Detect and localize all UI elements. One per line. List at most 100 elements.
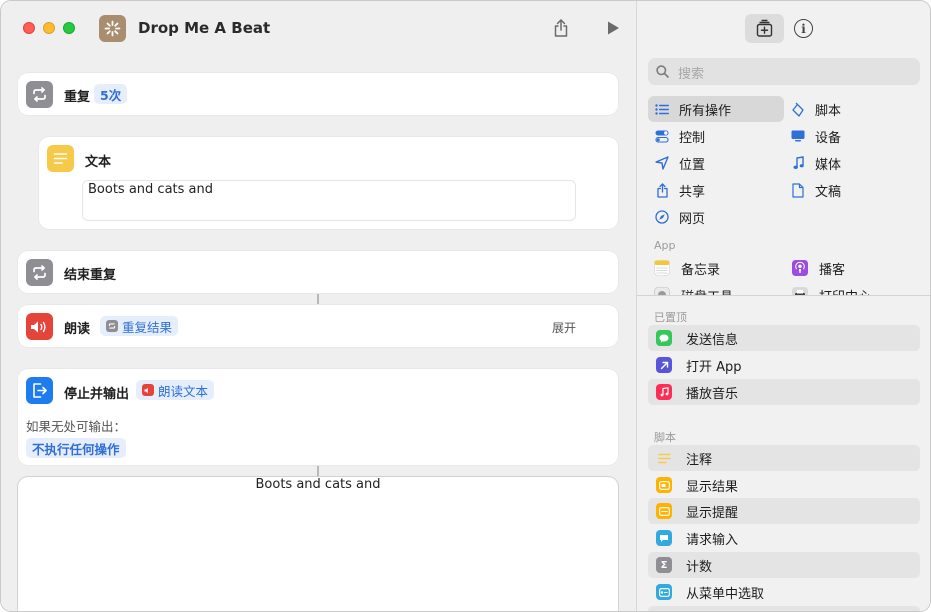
end-repeat-action[interactable]: 结束重复	[18, 251, 618, 293]
repeat-icon	[26, 259, 53, 286]
show-result-icon	[656, 477, 672, 493]
shortcuts-window: Drop Me A Beat 重复 5次 文本 Boots and cats a…	[0, 0, 931, 612]
fallback-option-token[interactable]: 不执行任何操作	[26, 438, 126, 458]
pinned-section-header: 已置顶	[654, 311, 687, 324]
repeat-label: 重复	[64, 90, 91, 105]
script-label: 注释	[686, 452, 713, 468]
pinned-label: 打开 App	[686, 359, 742, 375]
document-icon	[790, 182, 806, 198]
app-list-clip: 备忘录 播客 磁盘工具 打印中心	[637, 255, 930, 295]
app-podcasts[interactable]: 播客	[792, 255, 845, 281]
search-icon	[656, 65, 669, 78]
show-alert-icon	[656, 503, 672, 519]
category-label: 媒体	[815, 157, 842, 173]
script-show-alert[interactable]: 显示提醒	[648, 498, 920, 524]
category-label: 控制	[679, 130, 706, 146]
script-label: 从菜单中选取	[686, 586, 765, 602]
sigma-icon: Σ	[656, 557, 672, 573]
repeat-count-token[interactable]: 5次	[94, 84, 128, 104]
script-ask-input[interactable]: 请求输入	[648, 525, 920, 551]
pinned-label: 播放音乐	[686, 386, 739, 402]
share-icon[interactable]	[550, 17, 572, 39]
pinned-label: 发送信息	[686, 332, 739, 348]
text-content: Boots and cats and	[88, 182, 213, 197]
category-device[interactable]: 设备	[790, 123, 841, 149]
open-app-icon	[656, 357, 672, 373]
category-web[interactable]: 网页	[654, 204, 705, 230]
minimize-window-button[interactable]	[43, 22, 55, 34]
script-count[interactable]: Σ 计数	[648, 552, 920, 578]
shortcut-glyph-icon[interactable]	[99, 15, 126, 42]
text-content-field[interactable]: Boots and cats and	[82, 180, 576, 221]
spoken-text-token[interactable]: 朗读文本	[136, 380, 215, 400]
display-icon	[790, 130, 806, 142]
app-section-header: App	[654, 239, 676, 252]
app-disk-utility[interactable]: 磁盘工具	[654, 282, 733, 295]
category-label: 设备	[815, 130, 842, 146]
text-label: 文本	[85, 155, 112, 170]
stop-output-label: 停止并输出	[64, 387, 130, 402]
flow-connector	[317, 294, 319, 304]
messages-icon	[656, 330, 672, 346]
script-icon	[790, 102, 806, 117]
close-window-button[interactable]	[23, 22, 35, 34]
app-label: 播客	[819, 262, 846, 278]
script-choose-from-menu[interactable]: 从菜单中选取	[648, 579, 920, 605]
category-scripting[interactable]: 脚本	[790, 96, 841, 122]
script-label: 显示提醒	[686, 505, 739, 521]
repeat-icon	[106, 320, 118, 332]
script-label: 计数	[686, 559, 713, 575]
script-label: 显示结果	[686, 479, 739, 495]
category-documents[interactable]: 文稿	[790, 177, 841, 203]
text-action[interactable]: 文本 Boots and cats and	[39, 137, 618, 229]
pane-divider	[637, 295, 930, 296]
pinned-play-music[interactable]: 播放音乐	[648, 379, 920, 405]
notes-app-icon	[654, 260, 670, 276]
app-notes[interactable]: 备忘录	[654, 255, 720, 281]
repeat-icon	[26, 81, 53, 108]
repeat-results-token[interactable]: 重复结果	[100, 316, 179, 336]
script-comment[interactable]: 注释	[648, 445, 920, 471]
category-media[interactable]: 媒体	[790, 150, 841, 176]
category-all-actions[interactable]: 所有操作	[648, 96, 784, 122]
category-label: 脚本	[815, 103, 842, 119]
library-add-icon	[756, 19, 773, 37]
choose-menu-icon	[656, 584, 672, 600]
app-label: 备忘录	[681, 262, 721, 278]
flow-connector	[317, 466, 319, 476]
end-repeat-label: 结束重复	[64, 268, 117, 283]
info-icon[interactable]: i	[794, 19, 813, 38]
speak-action[interactable]: 朗读 重复结果 展开	[18, 305, 618, 347]
category-location[interactable]: 位置	[654, 150, 705, 176]
action-search-input[interactable]: 搜索	[648, 58, 920, 85]
music-note-icon	[790, 156, 806, 170]
app-print-center[interactable]: 打印中心	[792, 282, 871, 295]
expand-button[interactable]: 展开	[552, 319, 576, 336]
zoom-window-button[interactable]	[63, 22, 75, 34]
category-label: 所有操作	[679, 103, 732, 119]
category-control[interactable]: 控制	[654, 123, 705, 149]
shortcut-title[interactable]: Drop Me A Beat	[138, 19, 270, 37]
output-result-panel: Boots and cats and	[18, 477, 618, 611]
spoken-text-token-label: 朗读文本	[158, 383, 209, 399]
repeat-action[interactable]: 重复 5次	[18, 73, 618, 115]
speaker-icon	[142, 384, 154, 396]
share-icon	[654, 182, 670, 198]
stop-output-action[interactable]: 停止并输出 朗读文本 如果无处可输出： 不执行任何操作	[18, 369, 618, 465]
action-library-tab[interactable]	[745, 14, 784, 43]
list-icon	[654, 103, 670, 115]
speaker-icon	[26, 313, 53, 340]
ask-input-icon	[656, 530, 672, 546]
pinned-send-message[interactable]: 发送信息	[648, 325, 920, 351]
script-show-result[interactable]: 显示结果	[648, 472, 920, 498]
scripting-section-header: 脚本	[654, 431, 676, 444]
compass-icon	[654, 210, 670, 224]
disk-utility-icon	[654, 287, 670, 295]
category-label: 位置	[679, 157, 706, 173]
script-label: 请求输入	[686, 532, 739, 548]
category-sharing[interactable]: 共享	[654, 177, 705, 203]
comment-lines-icon	[656, 450, 672, 466]
toggle-icon	[654, 130, 670, 143]
pinned-open-app[interactable]: 打开 App	[648, 352, 920, 378]
run-play-icon[interactable]	[602, 17, 624, 39]
